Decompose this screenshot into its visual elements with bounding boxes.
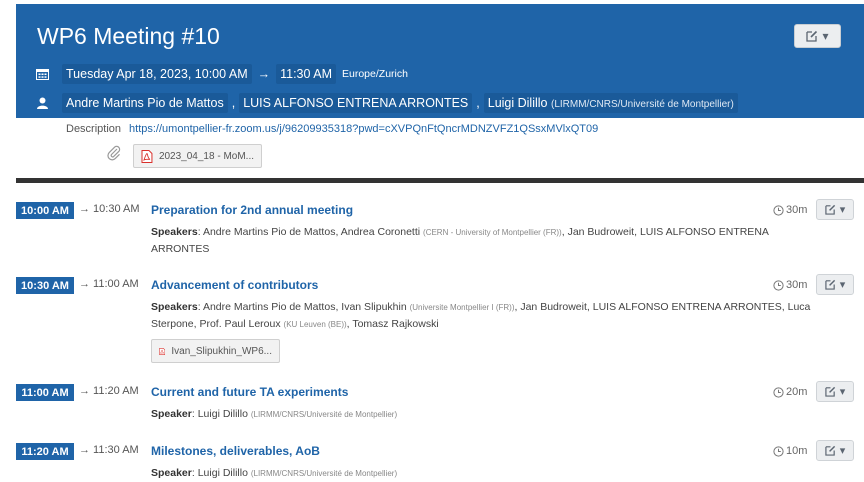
chair-affiliation: (LIRMM/CNRS/Université de Montpellier)	[550, 99, 734, 110]
entry-speakers: Speaker: Luigi Dilillo (LIRMM/CNRS/Unive…	[151, 467, 398, 479]
speaker-label: Speaker	[151, 467, 192, 479]
section-divider	[16, 178, 864, 183]
entry-duration: 20m	[773, 386, 807, 398]
entry-start-time: 10:00 AM	[16, 202, 74, 219]
clock-icon	[773, 204, 784, 216]
event-timezone: Europe/Zurich	[342, 68, 408, 80]
entry-speakers: Speakers: Andre Martins Pio de Mattos, A…	[151, 226, 769, 255]
pdf-icon	[159, 347, 166, 355]
entry-start-time: 11:00 AM	[16, 384, 74, 401]
caret-down-icon: ▾	[822, 29, 829, 43]
speaker-affiliation: (LIRMM/CNRS/Université de Montpellier)	[250, 469, 398, 478]
entry-speakers: Speakers: Andre Martins Pio de Mattos, I…	[151, 301, 811, 330]
entry-speakers: Speaker: Luigi Dilillo (LIRMM/CNRS/Unive…	[151, 408, 398, 420]
speaker-name: Andre Martins Pio de Mattos	[202, 301, 336, 313]
speakers-label: Speakers	[151, 226, 198, 238]
speakers-label: Speakers	[151, 301, 198, 313]
clock-icon	[773, 445, 784, 457]
entry-edit-button[interactable]: ▾	[816, 274, 854, 295]
speaker-affiliation: (Universite Montpellier I (FR))	[409, 303, 515, 312]
event-end-time: 11:30 AM	[276, 64, 336, 84]
chair-name[interactable]: Luigi Dilillo (LIRMM/CNRS/Université de …	[483, 93, 738, 113]
edit-icon	[806, 30, 818, 42]
caret-down-icon: ▾	[839, 204, 846, 216]
event-header: WP6 Meeting #10 ▾ Tuesday Apr 18, 2023, …	[16, 4, 864, 118]
entry-edit-button[interactable]: ▾	[816, 440, 854, 461]
caret-down-icon: ▾	[839, 386, 846, 398]
event-chairs-row: Andre Martins Pio de Mattos , LUIS ALFON…	[36, 93, 738, 113]
separator: ,	[476, 96, 480, 110]
attachment-name: 2023_04_18 - MoM...	[158, 150, 254, 162]
chair-name[interactable]: Andre Martins Pio de Mattos	[62, 93, 228, 113]
speaker-affiliation: (KU Leuven (BE))	[283, 320, 347, 329]
speaker-name: Jan Budroweit	[567, 226, 635, 238]
chair-name-text: Luigi Dilillo	[487, 96, 548, 110]
duration-text: 30m	[786, 204, 808, 216]
speaker-name: LUIS ALFONSO ENTRENA ARRONTES	[592, 301, 782, 313]
entry-title[interactable]: Milestones, deliverables, AoB	[151, 444, 320, 458]
speaker-affiliation: (LIRMM/CNRS/Université de Montpellier)	[250, 410, 398, 419]
event-title: WP6 Meeting #10	[37, 23, 220, 49]
description-link[interactable]: https://umontpellier-fr.zoom.us/j/962099…	[129, 123, 598, 135]
speaker-name: Tomasz Rajkowski	[352, 318, 439, 330]
calendar-icon	[36, 69, 49, 80]
caret-down-icon: ▾	[839, 279, 846, 291]
speaker-label: Speaker	[151, 408, 192, 420]
separator: ,	[231, 96, 236, 110]
clock-icon	[773, 386, 784, 398]
entry-duration: 10m	[773, 445, 807, 457]
duration-text: 20m	[786, 386, 808, 398]
entry-end-time: → 11:00 AM	[79, 278, 139, 290]
entry-end-time: → 11:20 AM	[79, 385, 139, 397]
event-attachment[interactable]: 2023_04_18 - MoM...	[133, 144, 262, 168]
entry-duration: 30m	[773, 204, 807, 216]
description-row: Description https://umontpellier-fr.zoom…	[66, 123, 598, 135]
entry-duration: 30m	[773, 279, 807, 291]
clock-icon	[773, 279, 784, 291]
entry-edit-button[interactable]: ▾	[816, 381, 854, 402]
duration-text: 30m	[786, 279, 808, 291]
entry-attachment[interactable]: Ivan_Slipukhin_WP6...	[151, 339, 280, 363]
entry-start-time: 11:20 AM	[16, 443, 74, 460]
attachment-name: Ivan_Slipukhin_WP6...	[171, 345, 272, 357]
event-edit-button[interactable]: ▾	[794, 24, 841, 48]
arrow: →	[257, 67, 271, 81]
edit-icon	[825, 204, 835, 215]
pdf-icon	[141, 149, 153, 163]
entry-end-time: → 11:30 AM	[79, 444, 139, 456]
speaker-name: Andre Martins Pio de Mattos	[202, 226, 336, 238]
event-start-datetime: Tuesday Apr 18, 2023, 10:00 AM	[62, 64, 252, 84]
speaker-name: Andrea Coronetti	[340, 226, 421, 238]
speaker-affiliation: (CERN - University of Montpellier (FR))	[423, 228, 562, 237]
user-icon	[37, 97, 48, 109]
edit-icon	[825, 386, 835, 397]
duration-text: 10m	[786, 445, 808, 457]
speaker-name: Prof. Paul Leroux	[199, 318, 281, 330]
speaker-name: Ivan Slipukhin	[341, 301, 407, 313]
speaker-name: Jan Budroweit	[520, 301, 587, 313]
speaker-name: Luigi Dilillo	[197, 467, 248, 479]
event-date-row: Tuesday Apr 18, 2023, 10:00 AM → 11:30 A…	[36, 64, 408, 84]
caret-down-icon: ▾	[839, 445, 846, 457]
entry-title[interactable]: Advancement of contributors	[151, 278, 318, 292]
paperclip-icon	[107, 145, 121, 161]
entry-title[interactable]: Preparation for 2nd annual meeting	[151, 203, 353, 217]
description-label: Description	[66, 123, 122, 135]
entry-title[interactable]: Current and future TA experiments	[151, 385, 348, 399]
entry-end-time: → 10:30 AM	[79, 203, 140, 215]
speaker-name: Luigi Dilillo	[197, 408, 248, 420]
chair-name[interactable]: LUIS ALFONSO ENTRENA ARRONTES	[239, 93, 473, 113]
edit-icon	[825, 279, 835, 290]
entry-start-time: 10:30 AM	[16, 277, 74, 294]
edit-icon	[825, 445, 835, 456]
entry-edit-button[interactable]: ▾	[816, 199, 854, 220]
